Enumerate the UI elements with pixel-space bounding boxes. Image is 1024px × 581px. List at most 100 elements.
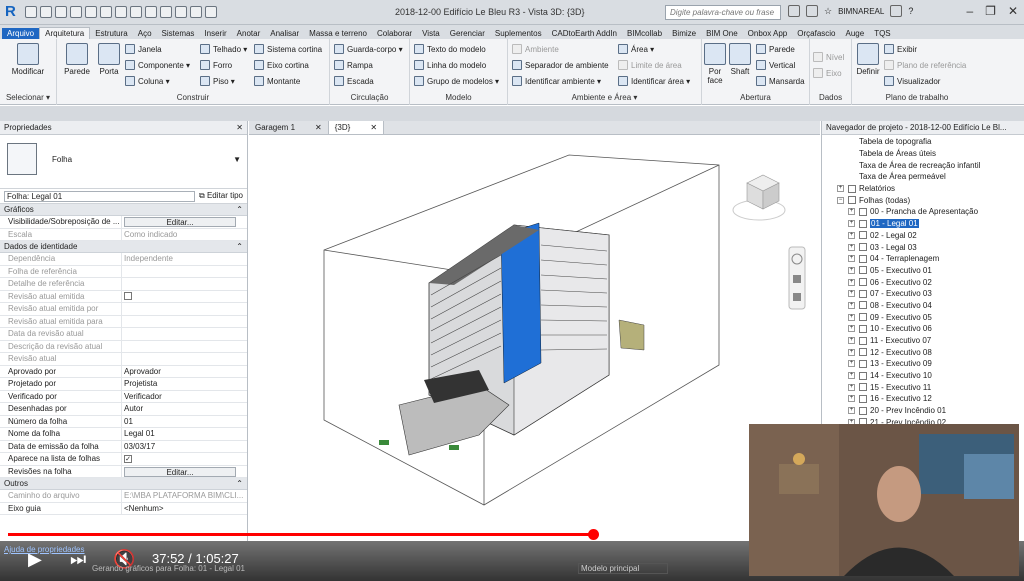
piso-button[interactable]: Piso ▾	[200, 76, 235, 86]
tab-10[interactable]: Vista	[417, 28, 445, 39]
tab-1[interactable]: Arquitetura	[39, 27, 91, 39]
tab-4[interactable]: Sistemas	[157, 28, 200, 39]
text-icon[interactable]	[145, 6, 157, 18]
identificar-area-button[interactable]: Identificar área ▾	[618, 76, 690, 86]
chevron-down-icon[interactable]: ▼	[233, 155, 241, 164]
close-hidden-icon[interactable]	[190, 6, 202, 18]
close-icon[interactable]: ✕	[236, 123, 243, 132]
binoculars-icon[interactable]	[788, 5, 800, 17]
help-icon[interactable]: ?	[908, 6, 913, 16]
browser-item[interactable]: +14 - Executivo 10	[822, 370, 1024, 382]
limite-area-button[interactable]: Limite de área	[618, 60, 682, 70]
tab-20[interactable]: TQS	[869, 28, 895, 39]
properties-section[interactable]: Gráficos ⌃	[0, 204, 247, 216]
texto-modelo-button[interactable]: Texto do modelo	[414, 44, 486, 54]
tab-6[interactable]: Anotar	[232, 28, 266, 39]
selecionar-menu[interactable]: Selecionar ▾	[0, 93, 56, 102]
tab-15[interactable]: Bimize	[667, 28, 701, 39]
undo-icon[interactable]	[70, 6, 82, 18]
sync-icon[interactable]	[55, 6, 67, 18]
ambiente-button[interactable]: Ambiente	[512, 44, 559, 54]
property-value[interactable]: 01	[122, 416, 247, 428]
expand-icon[interactable]: −	[837, 196, 844, 204]
checkbox[interactable]: ✓	[124, 455, 132, 463]
properties-section[interactable]: Outros ⌃	[0, 478, 247, 490]
browser-item[interactable]: +09 - Executivo 05	[822, 311, 1024, 323]
rampa-button[interactable]: Rampa	[334, 60, 373, 70]
checkbox[interactable]	[124, 291, 132, 300]
vertical-button[interactable]: Vertical	[756, 60, 795, 70]
tab-16[interactable]: BIM One	[701, 28, 743, 39]
browser-item[interactable]: +15 - Executivo 11	[822, 381, 1024, 393]
browser-item[interactable]: +16 - Executivo 12	[822, 393, 1024, 405]
browser-item[interactable]: +06 - Executivo 02	[822, 276, 1024, 288]
browser-item[interactable]: +02 - Legal 02	[822, 230, 1024, 242]
browser-item[interactable]: +07 - Executivo 03	[822, 288, 1024, 300]
browser-item[interactable]: +04 - Terraplenagem	[822, 253, 1024, 265]
browser-item[interactable]: +01 - Legal 01	[822, 218, 1024, 230]
telhado-button[interactable]: Telhado ▾	[200, 44, 247, 54]
property-value[interactable]: Aprovador	[122, 366, 247, 378]
expand-icon[interactable]: +	[848, 255, 855, 263]
expand-icon[interactable]: +	[848, 220, 855, 228]
3d-model-canvas[interactable]	[249, 135, 820, 541]
tab-garagem[interactable]: Garagem 1 ✕	[249, 121, 329, 134]
browser-item[interactable]: − Folhas (todas)	[822, 194, 1024, 206]
tab-3[interactable]: Aço	[133, 28, 157, 39]
guarda-corpo-button[interactable]: Guarda-corpo ▾	[334, 44, 403, 54]
forro-button[interactable]: Forro	[200, 60, 232, 70]
search-input[interactable]: Digite palavra-chave ou frase	[665, 5, 781, 20]
open-icon[interactable]	[25, 6, 37, 18]
definir-button[interactable]: Definir	[854, 43, 882, 76]
tab-3d[interactable]: {3D} ✕	[328, 121, 385, 134]
edit-type-button[interactable]: ⧉ Editar tipo	[199, 191, 243, 201]
browser-item[interactable]: +00 - Prancha de Apresentação	[822, 206, 1024, 218]
property-value[interactable]: <Nenhum>	[122, 503, 247, 515]
expand-icon[interactable]: +	[848, 231, 855, 239]
collapse-icon[interactable]: ⌃	[236, 479, 243, 488]
redo-icon[interactable]	[85, 6, 97, 18]
collapse-icon[interactable]: ⌃	[236, 242, 243, 251]
browser-item[interactable]: Taxa de Área permeável	[822, 171, 1024, 183]
expand-icon[interactable]: +	[848, 301, 855, 309]
tab-14[interactable]: BIMcollab	[622, 28, 667, 39]
close-icon[interactable]: ✕	[315, 123, 322, 132]
expand-icon[interactable]: +	[848, 243, 855, 251]
switch-windows-icon[interactable]	[205, 6, 217, 18]
property-value[interactable]: Editar...	[122, 216, 247, 228]
measure-icon[interactable]	[115, 6, 127, 18]
separador-button[interactable]: Separador de ambiente	[512, 60, 609, 70]
tab-8[interactable]: Massa e terreno	[304, 28, 372, 39]
componente-button[interactable]: Componente ▾	[125, 60, 190, 70]
tab-13[interactable]: CADtoEarth AddIn	[547, 28, 622, 39]
browser-item[interactable]: + Relatórios	[822, 183, 1024, 195]
expand-icon[interactable]: +	[848, 266, 855, 274]
instance-filter-select[interactable]: Folha: Legal 01	[4, 190, 196, 202]
coluna-button[interactable]: Coluna ▾	[125, 76, 170, 86]
expand-icon[interactable]: +	[837, 185, 844, 193]
linha-modelo-button[interactable]: Linha do modelo	[414, 60, 486, 70]
save-icon[interactable]	[40, 6, 52, 18]
property-value[interactable]: Projetista	[122, 378, 247, 390]
expand-icon[interactable]: +	[848, 337, 855, 345]
browser-item[interactable]: +03 - Legal 03	[822, 241, 1024, 253]
tab-18[interactable]: Orçafascio	[792, 28, 840, 39]
view-3d-icon[interactable]	[160, 6, 172, 18]
property-value[interactable]: Verificador	[122, 391, 247, 403]
eixo-cortina-button[interactable]: Eixo cortina	[254, 60, 309, 70]
browser-item[interactable]: +05 - Executivo 01	[822, 265, 1024, 277]
tab-19[interactable]: Auge	[841, 28, 870, 39]
nivel-button[interactable]: Nível	[813, 52, 844, 62]
restore-icon[interactable]: ❐	[985, 4, 996, 18]
browser-item[interactable]: Tabela de Áreas úteis	[822, 148, 1024, 160]
expand-icon[interactable]: +	[848, 407, 855, 415]
browser-item[interactable]: +13 - Executivo 09	[822, 358, 1024, 370]
expand-icon[interactable]: +	[848, 348, 855, 356]
identificar-ambiente-button[interactable]: Identificar ambiente ▾	[512, 76, 601, 86]
plano-referencia-button[interactable]: Plano de referência	[884, 60, 966, 70]
viewcube[interactable]	[732, 174, 786, 221]
expand-icon[interactable]: +	[848, 313, 855, 321]
porta-button[interactable]: Porta	[95, 43, 123, 76]
shaft-button[interactable]: Shaft	[728, 43, 752, 76]
browser-item[interactable]: +20 - Prev Incêndio 01	[822, 405, 1024, 417]
